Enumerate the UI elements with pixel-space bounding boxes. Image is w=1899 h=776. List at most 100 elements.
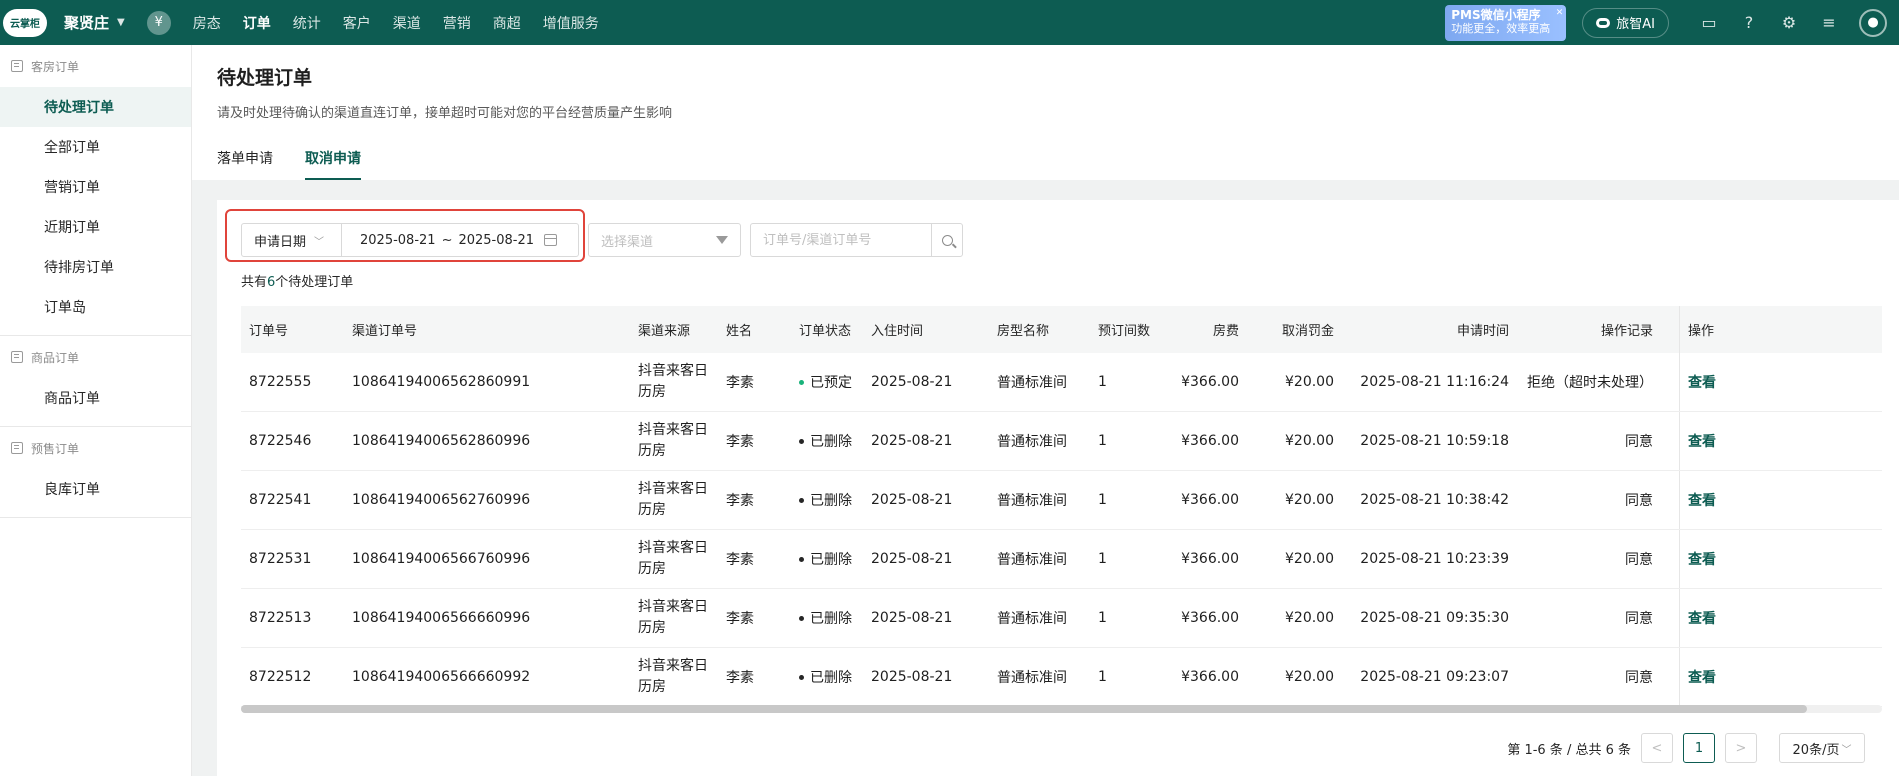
cell-action: 查看: [1679, 353, 1839, 411]
cell-fee: ¥366.00: [1181, 492, 1239, 508]
horizontal-scrollbar[interactable]: [241, 705, 1882, 713]
order-group-icon: [11, 351, 23, 363]
column-header: 入住时间: [871, 324, 924, 339]
channel-select[interactable]: 选择渠道: [588, 223, 741, 257]
nav-item-6[interactable]: 商超: [482, 13, 532, 33]
table-row: 8722555 1086419400656286099​1 抖音来客日历房 李素 已预定…: [241, 353, 1882, 412]
calendar-icon[interactable]: [544, 234, 558, 246]
cell-record: 同意: [1625, 552, 1653, 568]
column-header: 渠道订单号: [352, 324, 418, 339]
page-button-current[interactable]: 1: [1683, 733, 1715, 763]
search-input[interactable]: [751, 224, 931, 256]
cell-checkin: 2025-08-21: [871, 610, 953, 626]
sidebar-item[interactable]: 良库订单: [0, 469, 191, 509]
close-icon[interactable]: ✕: [1556, 6, 1564, 20]
scrollbar-thumb[interactable]: [241, 705, 1807, 713]
nav-item-5[interactable]: 营销: [432, 13, 482, 33]
sidebar-item[interactable]: 待处理订单: [0, 87, 191, 127]
cell-name: 李素: [726, 611, 754, 627]
cell-penalty: ¥20.00: [1285, 374, 1334, 390]
cell-apply-time: 2025-08-21 10:23:39: [1360, 551, 1509, 567]
cell-penalty: ¥20.00: [1285, 492, 1334, 508]
tab-bar: 落单申请 取消申请: [217, 148, 361, 180]
page-size-select[interactable]: 20条/页 ﹀: [1779, 733, 1865, 763]
view-link[interactable]: 查看: [1688, 372, 1716, 392]
ai-assistant-label: 旅智AI: [1616, 17, 1655, 32]
yen-icon[interactable]: ¥: [146, 10, 171, 35]
cell-order-no: 8722531: [249, 551, 312, 567]
cell-status: 已删除: [791, 490, 863, 510]
tab-1[interactable]: 取消申请: [305, 148, 361, 180]
view-link[interactable]: 查看: [1688, 608, 1716, 628]
cell-channel-no: 10864194006566760996: [352, 551, 531, 567]
nav-item-1[interactable]: 订单: [232, 13, 282, 33]
next-page-button[interactable]: >: [1725, 733, 1757, 763]
cell-source: 抖音来客日历房: [638, 540, 708, 577]
message-icon[interactable]: ▭: [1689, 0, 1729, 45]
sidebar-item[interactable]: 营销订单: [0, 167, 191, 207]
cell-checkin: 2025-08-21: [871, 669, 953, 685]
cell-room-type: 普通标准间: [997, 434, 1067, 450]
cell-action: 查看: [1679, 648, 1839, 706]
pms-banner-title: PMS微信小程序: [1451, 7, 1541, 22]
table-body: 8722555 1086419400656286099​1 抖音来客日历房 李素 已预定…: [241, 353, 1882, 707]
nav-item-0[interactable]: 房态: [182, 13, 232, 33]
status-label: 已删除: [810, 611, 852, 627]
column-header: 预订间数: [1098, 324, 1151, 339]
cell-status: 已预定: [791, 372, 863, 392]
nav-item-2[interactable]: 统计: [282, 13, 332, 33]
top-nav-bar: 云掌柜 聚贤庄 ▼ ¥ 房态 订单 统计 客户 渠道 营销 商超 增值服务 PMS微信小程序 …: [0, 0, 1899, 45]
ai-assistant-button[interactable]: 旅智AI: [1582, 7, 1669, 38]
status-dot-icon: [799, 379, 804, 385]
column-header: 申请时间: [1456, 324, 1509, 339]
search-button[interactable]: [931, 224, 962, 256]
column-header: 操作: [1679, 306, 1839, 353]
column-header: 房型名称: [997, 324, 1050, 339]
sidebar-group-label: 客房订单: [31, 59, 80, 74]
prev-page-button[interactable]: <: [1641, 733, 1673, 763]
view-link[interactable]: 查看: [1688, 490, 1716, 510]
nav-item-7[interactable]: 增值服务: [532, 13, 610, 33]
menu-icon[interactable]: ≡: [1809, 0, 1849, 45]
sidebar-item[interactable]: 待排房订单: [0, 247, 191, 287]
pms-miniprogram-banner[interactable]: PMS微信小程序 功能更全，效率更高 ✕: [1445, 4, 1567, 41]
cell-source: 抖音来客日历房: [638, 658, 708, 695]
sidebar-item[interactable]: 全部订单: [0, 127, 191, 167]
status-label: 已预定: [810, 375, 852, 391]
nav-item-3[interactable]: 客户: [332, 13, 382, 33]
cell-fee: ¥366.00: [1181, 551, 1239, 567]
main-nav: 房态 订单 统计 客户 渠道 营销 商超 增值服务: [182, 13, 610, 33]
hotel-switcher[interactable]: 聚贤庄 ▼: [64, 12, 125, 33]
cell-room-type: 普通标准间: [997, 375, 1067, 391]
pagination: 第 1-6 条 / 总共 6 条 < 1 > 20条/页 ﹀: [1507, 733, 1865, 763]
view-link[interactable]: 查看: [1688, 667, 1716, 687]
sidebar-item[interactable]: 商品订单: [0, 378, 191, 418]
caret-down-icon: ▼: [117, 17, 125, 28]
date-range-picker[interactable]: 申请日期 ﹀ 2025-08-21 ~ 2025-08-21: [241, 223, 579, 257]
gear-icon[interactable]: ⚙: [1769, 0, 1809, 45]
avatar[interactable]: ●: [1859, 8, 1887, 37]
cell-checkin: 2025-08-21: [871, 492, 953, 508]
tab-0[interactable]: 落单申请: [217, 148, 273, 180]
view-link[interactable]: 查看: [1688, 431, 1716, 451]
sidebar-item[interactable]: 订单岛: [0, 287, 191, 327]
view-link[interactable]: 查看: [1688, 549, 1716, 569]
nav-item-4[interactable]: 渠道: [382, 13, 432, 33]
cell-record: 同意: [1625, 611, 1653, 627]
cell-record: 同意: [1625, 434, 1653, 450]
sidebar-item[interactable]: 近期订单: [0, 207, 191, 247]
cell-fee: ¥366.00: [1181, 669, 1239, 685]
date-type-select[interactable]: 申请日期 ﹀: [242, 224, 342, 256]
cell-record: 同意: [1625, 493, 1653, 509]
cell-name: 李素: [726, 670, 754, 686]
date-range-value[interactable]: 2025-08-21 ~ 2025-08-21: [360, 233, 534, 248]
sidebar-group: 客房订单待处理订单 全部订单 营销订单 近期订单 待排房订单 订单岛: [0, 45, 191, 336]
order-count-summary: 共有6个待处理订单: [241, 271, 353, 290]
cell-room-type: 普通标准间: [997, 611, 1067, 627]
cell-rooms: 1: [1098, 669, 1107, 685]
help-icon[interactable]: ?: [1729, 0, 1769, 45]
app-logo[interactable]: 云掌柜: [2, 7, 48, 39]
cell-order-no: 8722513: [249, 610, 312, 626]
chevron-down-icon: ﹀: [1841, 744, 1852, 756]
date-start: 2025-08-21: [360, 232, 436, 248]
